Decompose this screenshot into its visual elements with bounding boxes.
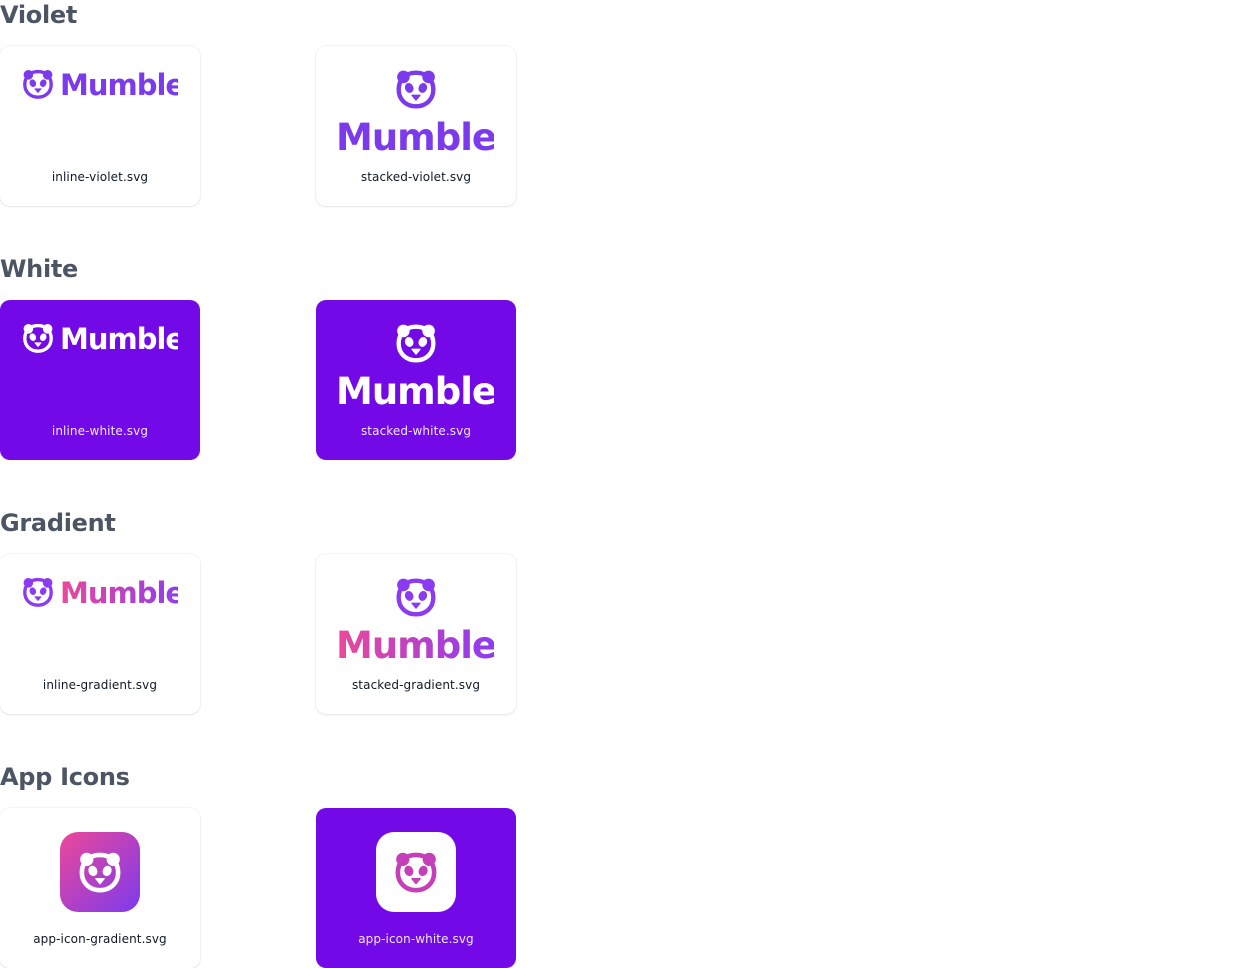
- section-title-app-icons: App Icons: [0, 763, 130, 791]
- section-title-violet: Violet: [0, 1, 78, 29]
- file-name-label: inline-gradient.svg: [42, 678, 158, 692]
- stacked-gradient-logo: Mumble: [338, 576, 494, 660]
- file-name-label: stacked-white.svg: [360, 424, 472, 438]
- panda-icon: [22, 576, 54, 607]
- logo-wordmark: Mumble: [60, 576, 178, 608]
- stacked-white-logo: Mumble: [338, 322, 494, 406]
- logo-card-inline-white[interactable]: Mumble inline-white.svg: [0, 300, 200, 460]
- file-name-label: inline-white.svg: [51, 424, 149, 438]
- logo-card-stacked-gradient[interactable]: Mumble stacked-gradient.svg: [316, 554, 516, 714]
- logo-card-app-icon-white[interactable]: app-icon-white.svg: [316, 808, 516, 968]
- logo-wordmark: Mumble: [338, 370, 494, 406]
- file-name-label: app-icon-white.svg: [358, 932, 474, 946]
- logo-gallery: Violet Mumble inline-violet.svg Mumble s…: [0, 0, 1248, 968]
- logo-card-inline-gradient[interactable]: Mumble inline-gradient.svg: [0, 554, 200, 714]
- stacked-violet-logo: Mumble: [338, 68, 494, 152]
- logo-card-app-icon-gradient[interactable]: app-icon-gradient.svg: [0, 808, 200, 968]
- inline-gradient-logo: Mumble: [22, 576, 178, 608]
- file-name-label: stacked-violet.svg: [360, 170, 472, 184]
- file-name-label: stacked-gradient.svg: [351, 678, 481, 692]
- panda-icon: [397, 71, 435, 107]
- panda-icon: [22, 68, 54, 99]
- panda-icon: [78, 850, 122, 894]
- file-name-label: app-icon-gradient.svg: [33, 932, 167, 946]
- section-title-white: White: [0, 255, 79, 283]
- inline-white-logo: Mumble: [22, 322, 178, 354]
- panda-icon: [397, 579, 435, 615]
- logo-wordmark: Mumble: [60, 322, 178, 354]
- logo-card-stacked-violet[interactable]: Mumble stacked-violet.svg: [316, 46, 516, 206]
- panda-icon: [397, 325, 435, 361]
- file-name-label: inline-violet.svg: [51, 170, 149, 184]
- section-title-gradient: Gradient: [0, 509, 116, 537]
- logo-wordmark: Mumble: [338, 116, 494, 152]
- logo-wordmark: Mumble: [60, 68, 178, 100]
- panda-icon: [22, 322, 54, 353]
- logo-card-inline-violet[interactable]: Mumble inline-violet.svg: [0, 46, 200, 206]
- logo-wordmark: Mumble: [338, 624, 494, 660]
- app-icon-white: [376, 832, 456, 912]
- app-icon-gradient: [60, 832, 140, 912]
- inline-violet-logo: Mumble: [22, 68, 178, 100]
- panda-icon: [394, 850, 438, 894]
- logo-card-stacked-white[interactable]: Mumble stacked-white.svg: [316, 300, 516, 460]
